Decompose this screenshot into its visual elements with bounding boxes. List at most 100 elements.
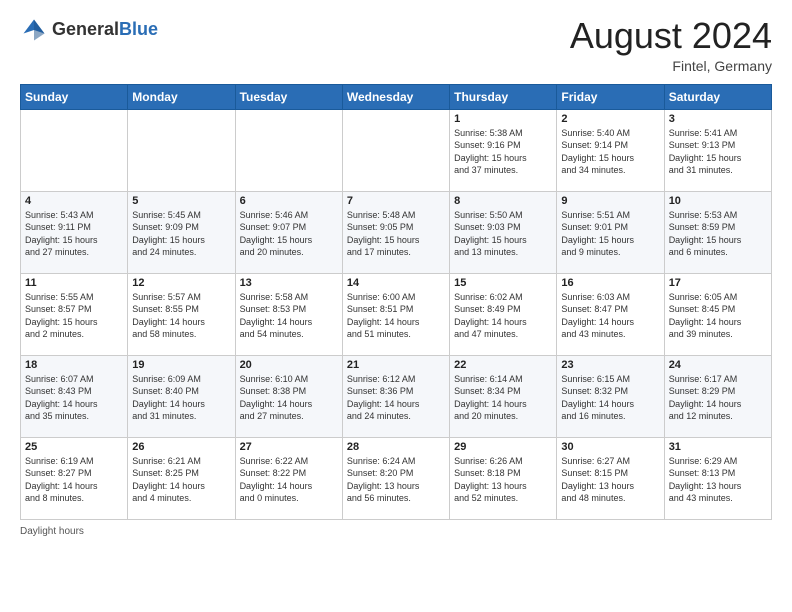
day-number: 4 (25, 195, 123, 207)
calendar-cell: 24Sunrise: 6:17 AMSunset: 8:29 PMDayligh… (664, 355, 771, 437)
day-number: 10 (669, 195, 767, 207)
calendar-cell: 16Sunrise: 6:03 AMSunset: 8:47 PMDayligh… (557, 273, 664, 355)
weekday-header-monday: Monday (128, 84, 235, 109)
calendar-cell: 22 Sunrise: 6:14 AMSunset: 8:34 PMDayligh… (450, 355, 557, 437)
daylight-label: Daylight hours (20, 526, 84, 537)
day-number: 17 (669, 277, 767, 289)
calendar-cell: 10 Sunrise: 5:53 AMSunset: 8:59 PMDayligh… (664, 191, 771, 273)
day-info: Sunrise: 6:21 AMSunset: 8:25 PMDaylight:… (132, 455, 230, 505)
calendar-cell: 31 Sunrise: 6:29 AMSunset: 8:13 PMDayligh… (664, 437, 771, 519)
day-info: Sunrise: 5:57 AMSunset: 8:55 PMDaylight:… (132, 291, 230, 341)
weekday-header-thursday: Thursday (450, 84, 557, 109)
day-number: 2 (561, 113, 659, 125)
calendar-cell: 29 Sunrise: 6:26 AMSunset: 8:18 PMDayligh… (450, 437, 557, 519)
day-info: Sunrise: 6:07 AMSunset: 8:43 PMDaylight:… (25, 373, 123, 423)
day-info: Sunrise: 6:05 AMSunset: 8:45 PMDaylight:… (669, 291, 767, 341)
day-info: Sunrise: 5:45 AMSunset: 9:09 PMDaylight:… (132, 209, 230, 259)
day-number: 19 (132, 359, 230, 371)
day-number: 14 (347, 277, 445, 289)
weekday-header-wednesday: Wednesday (342, 84, 449, 109)
day-info: Sunrise: 5:48 AMSunset: 9:05 PMDaylight:… (347, 209, 445, 259)
day-number: 27 (240, 441, 338, 453)
calendar-cell: 30 Sunrise: 6:27 AMSunset: 8:15 PMDayligh… (557, 437, 664, 519)
logo-general: General (52, 20, 119, 40)
calendar-cell: 4Sunrise: 5:43 AMSunset: 9:11 PMDaylight… (21, 191, 128, 273)
calendar-cell: 18Sunrise: 6:07 AMSunset: 8:43 PMDayligh… (21, 355, 128, 437)
day-number: 7 (347, 195, 445, 207)
page: General Blue August 2024 Fintel, Germany… (0, 0, 792, 612)
weekday-header-friday: Friday (557, 84, 664, 109)
calendar-cell: 26 Sunrise: 6:21 AMSunset: 8:25 PMDayligh… (128, 437, 235, 519)
calendar-cell: 23 Sunrise: 6:15 AMSunset: 8:32 PMDayligh… (557, 355, 664, 437)
day-number: 30 (561, 441, 659, 453)
day-info: Sunrise: 6:00 AMSunset: 8:51 PMDaylight:… (347, 291, 445, 341)
calendar-cell: 1 Sunrise: 5:38 AMSunset: 9:16 PMDaylight… (450, 109, 557, 191)
day-info: Sunrise: 6:26 AMSunset: 8:18 PMDaylight:… (454, 455, 552, 505)
day-number: 8 (454, 195, 552, 207)
day-info: Sunrise: 5:55 AMSunset: 8:57 PMDaylight:… (25, 291, 123, 341)
weekday-header-tuesday: Tuesday (235, 84, 342, 109)
calendar-cell: 20 Sunrise: 6:10 AMSunset: 8:38 PMDayligh… (235, 355, 342, 437)
day-info: Sunrise: 6:29 AMSunset: 8:13 PMDaylight:… (669, 455, 767, 505)
calendar-week-2: 4Sunrise: 5:43 AMSunset: 9:11 PMDaylight… (21, 191, 772, 273)
day-number: 31 (669, 441, 767, 453)
logo-text: General Blue (52, 20, 158, 40)
day-number: 13 (240, 277, 338, 289)
month-year: August 2024 (570, 16, 772, 56)
day-number: 3 (669, 113, 767, 125)
day-info: Sunrise: 6:14 AMSunset: 8:34 PMDaylight:… (454, 373, 552, 423)
calendar-cell: 12 Sunrise: 5:57 AMSunset: 8:55 PMDayligh… (128, 273, 235, 355)
day-number: 28 (347, 441, 445, 453)
calendar-cell: 13 Sunrise: 5:58 AMSunset: 8:53 PMDayligh… (235, 273, 342, 355)
calendar-cell: 5 Sunrise: 5:45 AMSunset: 9:09 PMDaylight… (128, 191, 235, 273)
day-number: 26 (132, 441, 230, 453)
calendar-cell: 21Sunrise: 6:12 AMSunset: 8:36 PMDayligh… (342, 355, 449, 437)
day-info: Sunrise: 5:38 AMSunset: 9:16 PMDaylight:… (454, 127, 552, 177)
day-number: 12 (132, 277, 230, 289)
calendar-cell: 2 Sunrise: 5:40 AMSunset: 9:14 PMDaylight… (557, 109, 664, 191)
calendar-cell: 28Sunrise: 6:24 AMSunset: 8:20 PMDayligh… (342, 437, 449, 519)
day-info: Sunrise: 6:02 AMSunset: 8:49 PMDaylight:… (454, 291, 552, 341)
calendar-cell: 9Sunrise: 5:51 AMSunset: 9:01 PMDaylight… (557, 191, 664, 273)
title-block: August 2024 Fintel, Germany (570, 16, 772, 74)
day-info: Sunrise: 6:15 AMSunset: 8:32 PMDaylight:… (561, 373, 659, 423)
day-info: Sunrise: 6:10 AMSunset: 8:38 PMDaylight:… (240, 373, 338, 423)
logo-blue: Blue (119, 20, 158, 40)
calendar-cell (21, 109, 128, 191)
calendar-cell: 25Sunrise: 6:19 AMSunset: 8:27 PMDayligh… (21, 437, 128, 519)
day-number: 5 (132, 195, 230, 207)
day-info: Sunrise: 6:19 AMSunset: 8:27 PMDaylight:… (25, 455, 123, 505)
calendar-week-3: 11Sunrise: 5:55 AMSunset: 8:57 PMDayligh… (21, 273, 772, 355)
day-info: Sunrise: 5:53 AMSunset: 8:59 PMDaylight:… (669, 209, 767, 259)
day-number: 6 (240, 195, 338, 207)
day-info: Sunrise: 6:27 AMSunset: 8:15 PMDaylight:… (561, 455, 659, 505)
calendar-week-5: 25Sunrise: 6:19 AMSunset: 8:27 PMDayligh… (21, 437, 772, 519)
footer: Daylight hours (20, 526, 772, 537)
day-number: 21 (347, 359, 445, 371)
day-number: 1 (454, 113, 552, 125)
calendar-cell: 3Sunrise: 5:41 AMSunset: 9:13 PMDaylight… (664, 109, 771, 191)
calendar-cell (235, 109, 342, 191)
day-number: 23 (561, 359, 659, 371)
calendar-cell: 6Sunrise: 5:46 AMSunset: 9:07 PMDaylight… (235, 191, 342, 273)
calendar-week-4: 18Sunrise: 6:07 AMSunset: 8:43 PMDayligh… (21, 355, 772, 437)
logo-icon (20, 16, 48, 44)
day-info: Sunrise: 6:22 AMSunset: 8:22 PMDaylight:… (240, 455, 338, 505)
day-number: 16 (561, 277, 659, 289)
day-info: Sunrise: 5:40 AMSunset: 9:14 PMDaylight:… (561, 127, 659, 177)
calendar-cell: 19Sunrise: 6:09 AMSunset: 8:40 PMDayligh… (128, 355, 235, 437)
day-info: Sunrise: 5:58 AMSunset: 8:53 PMDaylight:… (240, 291, 338, 341)
day-number: 24 (669, 359, 767, 371)
calendar-week-1: 1 Sunrise: 5:38 AMSunset: 9:16 PMDaylight… (21, 109, 772, 191)
location: Fintel, Germany (570, 58, 772, 74)
calendar-cell: 17 Sunrise: 6:05 AMSunset: 8:45 PMDayligh… (664, 273, 771, 355)
calendar-cell: 14 Sunrise: 6:00 AMSunset: 8:51 PMDayligh… (342, 273, 449, 355)
day-number: 22 (454, 359, 552, 371)
day-info: Sunrise: 5:50 AMSunset: 9:03 PMDaylight:… (454, 209, 552, 259)
calendar-cell: 27 Sunrise: 6:22 AMSunset: 8:22 PMDayligh… (235, 437, 342, 519)
day-number: 15 (454, 277, 552, 289)
day-number: 29 (454, 441, 552, 453)
day-number: 9 (561, 195, 659, 207)
weekday-header-row: SundayMondayTuesdayWednesdayThursdayFrid… (21, 84, 772, 109)
day-number: 20 (240, 359, 338, 371)
